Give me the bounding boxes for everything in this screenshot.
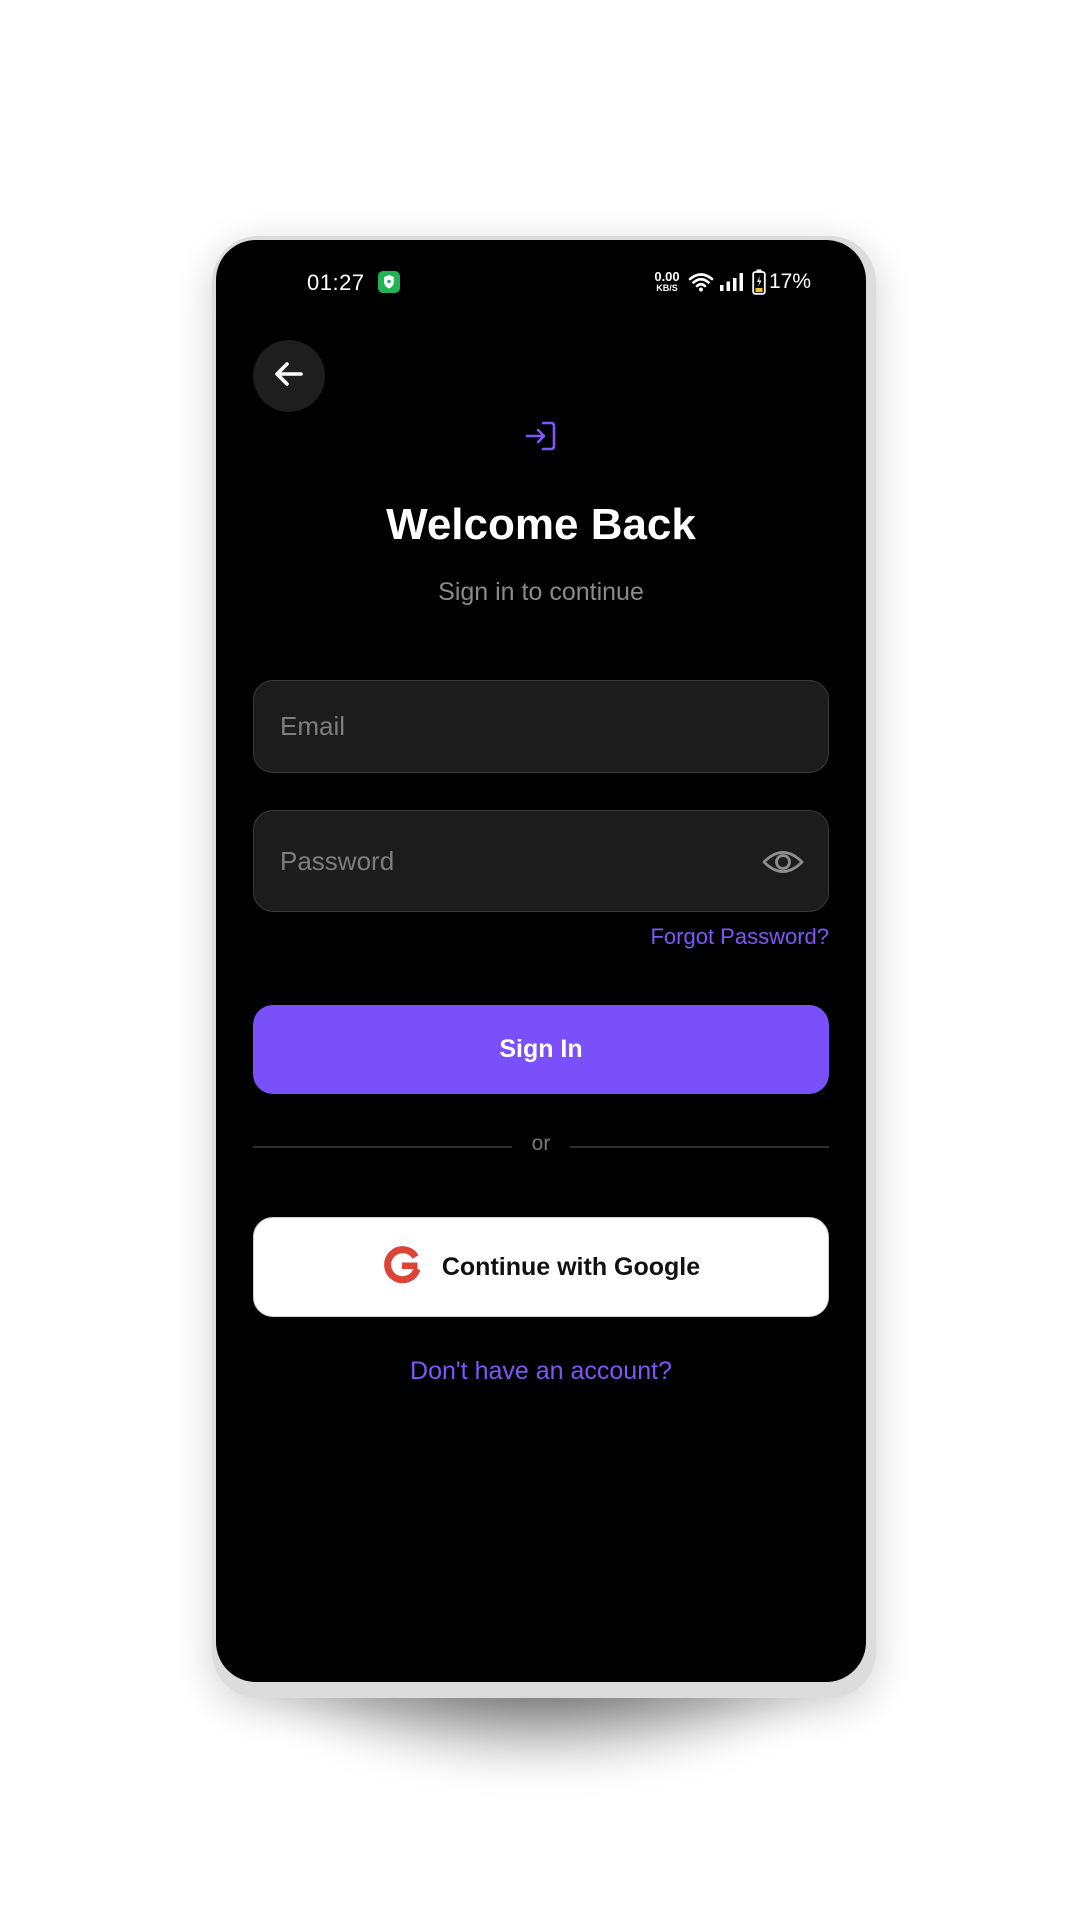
arrow-left-icon <box>272 357 306 396</box>
divider-label: or <box>531 1132 551 1155</box>
sign-up-link[interactable]: Don't have an account? <box>216 1357 866 1386</box>
net-speed-value: 0.00 <box>654 269 680 284</box>
status-time: 01:27 <box>307 270 365 295</box>
shield-icon <box>378 271 400 293</box>
divider-right <box>570 1146 829 1148</box>
net-speed: 0.00 KB/S <box>650 270 684 293</box>
page: 01:27 0.00 KB/S 17% Welcome Back Sign in… <box>0 0 1080 1920</box>
google-sign-in-button[interactable]: Continue with Google <box>253 1217 829 1317</box>
wifi-icon <box>688 271 714 298</box>
sign-in-button[interactable]: Sign In <box>253 1005 829 1094</box>
email-field[interactable] <box>253 680 829 773</box>
eye-icon[interactable] <box>762 842 804 887</box>
battery-percent: 17% <box>769 270 812 293</box>
page-title: Welcome Back <box>386 500 696 549</box>
signal-icon <box>719 272 747 297</box>
forgot-password-link[interactable]: Forgot Password? <box>650 924 829 950</box>
phone-screen: 01:27 0.00 KB/S 17% Welcome Back Sign in… <box>216 240 866 1682</box>
google-icon <box>382 1245 422 1290</box>
page-subtitle: Sign in to continue <box>438 578 644 606</box>
login-icon <box>523 418 559 454</box>
battery-icon <box>752 269 766 300</box>
net-speed-unit: KB/S <box>656 283 678 293</box>
email-input[interactable] <box>280 681 720 772</box>
google-button-label: Continue with Google <box>441 1252 701 1281</box>
password-input[interactable] <box>280 811 720 911</box>
back-button[interactable] <box>253 340 325 412</box>
password-field[interactable] <box>253 810 829 912</box>
